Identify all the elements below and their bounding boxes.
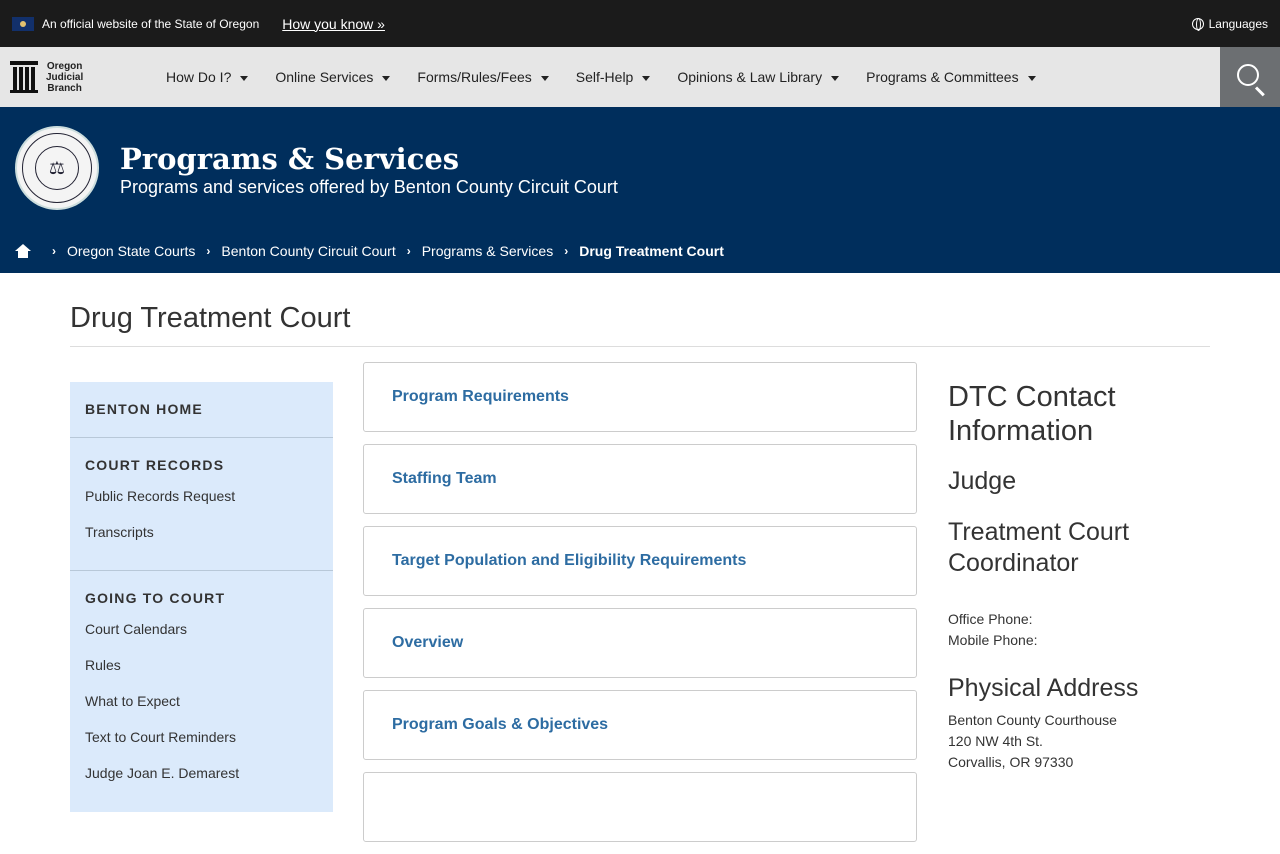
address-line-2: 120 NW 4th St. (948, 733, 1043, 749)
contact-panel: DTC Contact Information Judge Treatment … (948, 380, 1210, 773)
address-line-1: Benton County Courthouse (948, 712, 1117, 728)
languages-button[interactable]: Languages (1191, 16, 1268, 31)
mobile-phone-label: Mobile Phone: (948, 632, 1038, 648)
oregon-flag-icon (12, 16, 34, 31)
nav-how-do-i[interactable]: How Do I? (166, 69, 249, 85)
sidebar-item-transcripts[interactable]: Transcripts (70, 524, 333, 570)
how-you-know-link[interactable]: How you know » (282, 16, 385, 32)
breadcrumb-current: Drug Treatment Court (579, 243, 724, 259)
card-target-population[interactable]: Target Population and Eligibility Requir… (363, 526, 917, 596)
sidebar-item-what-to-expect[interactable]: What to Expect (70, 693, 333, 729)
official-site-text: An official website of the State of Oreg… (42, 16, 260, 31)
chevron-down-icon (642, 75, 651, 81)
chevron-down-icon (831, 75, 840, 81)
breadcrumb-benton-county[interactable]: Benton County Circuit Court (221, 243, 395, 259)
breadcrumb: › Oregon State Courts › Benton County Ci… (15, 243, 724, 259)
scales-icon: ⚖ (35, 146, 79, 190)
search-icon (1236, 63, 1259, 86)
nav-opinions-law-library[interactable]: Opinions & Law Library (677, 69, 840, 85)
sidebar-nav: BENTON HOME COURT RECORDS Public Records… (70, 382, 333, 812)
card-overview[interactable]: Overview (363, 608, 917, 678)
judge-heading: Judge (948, 467, 1017, 495)
program-cards: Program Requirements Staffing Team Targe… (363, 362, 917, 854)
contact-heading: DTC Contact Information (948, 381, 1116, 447)
chevron-right-icon: › (564, 244, 569, 258)
chevron-right-icon: › (406, 244, 411, 258)
chevron-down-icon (1027, 75, 1036, 81)
title-divider (70, 346, 1210, 347)
section-subtitle: Programs and services offered by Benton … (120, 177, 618, 197)
pillar-icon (10, 61, 38, 93)
sidebar-item-text-to-court-reminders[interactable]: Text to Court Reminders (70, 729, 333, 765)
search-button[interactable] (1220, 47, 1280, 107)
breadcrumb-oregon-state-courts[interactable]: Oregon State Courts (67, 243, 195, 259)
office-phone-label: Office Phone: (948, 611, 1033, 627)
address-line-3: Corvallis, OR 97330 (948, 754, 1074, 770)
languages-label: Languages (1208, 16, 1268, 31)
home-icon[interactable] (15, 244, 31, 258)
ojb-logo[interactable]: Oregon Judicial Branch (0, 61, 166, 94)
chevron-right-icon: › (52, 244, 56, 258)
nav-self-help[interactable]: Self-Help (576, 69, 651, 85)
logo-text: Oregon Judicial Branch (46, 60, 84, 94)
address-heading: Physical Address (948, 674, 1139, 702)
judicial-seal-logo: ⚖ (15, 126, 99, 210)
card-program-goals[interactable]: Program Goals & Objectives (363, 690, 917, 760)
chevron-down-icon (540, 75, 549, 81)
breadcrumb-programs-services[interactable]: Programs & Services (422, 243, 553, 259)
chevron-down-icon (240, 75, 249, 81)
sidebar-heading-going-to-court[interactable]: GOING TO COURT (70, 571, 333, 621)
nav-menu: How Do I? Online Services Forms/Rules/Fe… (166, 69, 1063, 85)
sidebar-item-court-calendars[interactable]: Court Calendars (70, 621, 333, 657)
main-nav: Oregon Judicial Branch How Do I? Online … (0, 47, 1280, 107)
page-title: Drug Treatment Court (70, 302, 351, 334)
card-next[interactable] (363, 772, 917, 842)
official-site-bar: An official website of the State of Oreg… (0, 0, 1280, 47)
page-banner: ⚖ Programs & Services Programs and servi… (0, 107, 1280, 273)
nav-forms-rules-fees[interactable]: Forms/Rules/Fees (417, 69, 549, 85)
sidebar-heading-court-records[interactable]: COURT RECORDS (70, 438, 333, 488)
card-staffing-team[interactable]: Staffing Team (363, 444, 917, 514)
card-program-requirements[interactable]: Program Requirements (363, 362, 917, 432)
chevron-right-icon: › (206, 244, 211, 258)
sidebar-item-public-records-request[interactable]: Public Records Request (70, 488, 333, 524)
nav-online-services[interactable]: Online Services (275, 69, 391, 85)
chevron-down-icon (382, 75, 391, 81)
section-title: Programs & Services (120, 142, 460, 176)
sidebar-item-rules[interactable]: Rules (70, 657, 333, 693)
nav-programs-committees[interactable]: Programs & Committees (866, 69, 1036, 85)
sidebar-item-benton-home[interactable]: BENTON HOME (70, 382, 333, 437)
sidebar-item-judge-demarest[interactable]: Judge Joan E. Demarest (70, 765, 333, 801)
globe-icon (1191, 17, 1204, 31)
coordinator-heading: Treatment Court Coordinator (948, 518, 1130, 577)
